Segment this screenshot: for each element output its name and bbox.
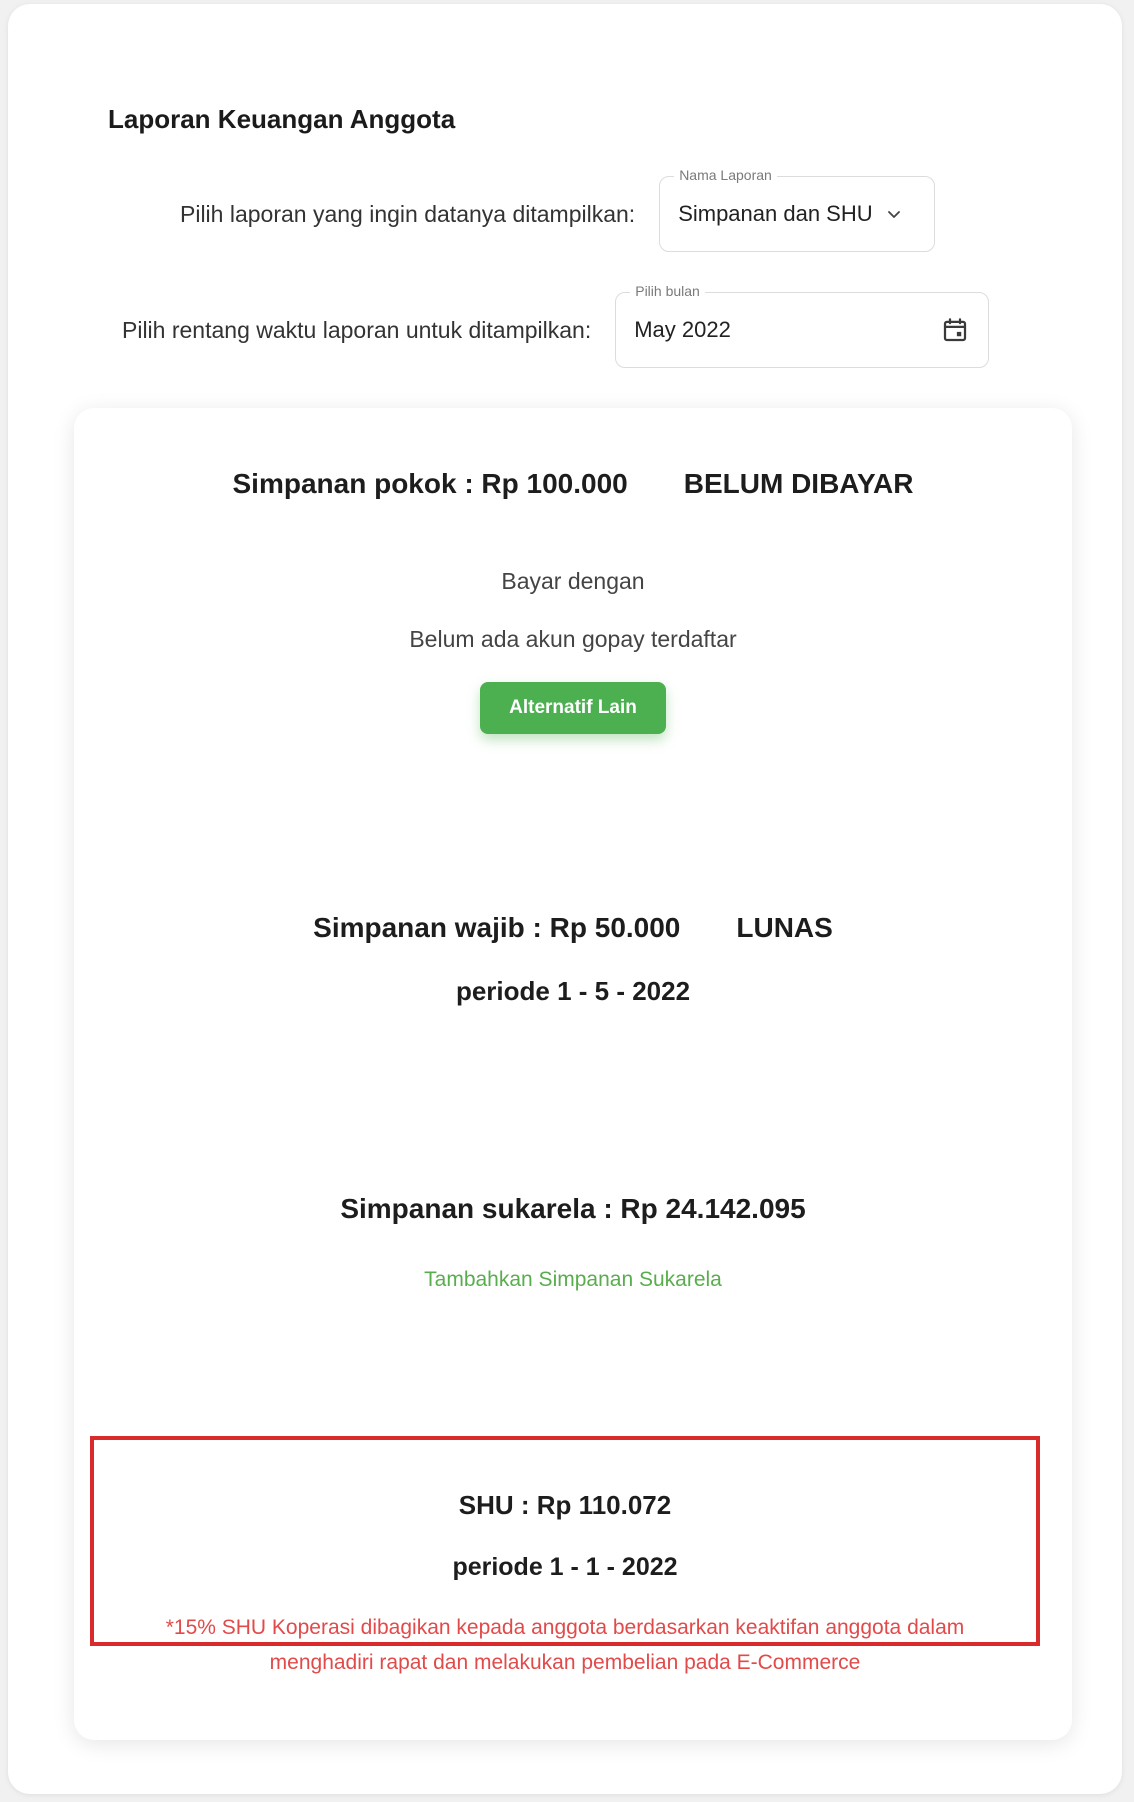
simpanan-sukarela-amount: Simpanan sukarela : Rp 24.142.095: [340, 1193, 806, 1224]
chevron-down-icon[interactable]: [885, 205, 903, 223]
alternative-payment-button[interactable]: Alternatif Lain: [480, 682, 666, 734]
shu-period: periode 1 - 1 - 2022: [452, 1553, 678, 1581]
savings-summary-card: Simpanan pokok : Rp 100.000 BELUM DIBAYAR…: [74, 408, 1072, 1740]
no-gopay-message: Belum ada akun gopay terdaftar: [409, 626, 737, 652]
report-select[interactable]: Nama Laporan Simpanan dan SHU: [659, 166, 936, 252]
month-picker-legend: Pilih bulan: [630, 282, 705, 300]
page-title: Laporan Keuangan Anggota: [108, 104, 456, 134]
simpanan-pokok-status: BELUM DIBAYAR: [683, 468, 914, 499]
simpanan-wajib-status: LUNAS: [736, 912, 833, 943]
report-select-row: Pilih laporan yang ingin datanya ditampi…: [180, 166, 936, 252]
shu-amount: SHU : Rp 110.072: [458, 1490, 672, 1520]
shu-note: *15% SHU Koperasi dibagikan kepada anggo…: [165, 1616, 965, 1674]
add-simpanan-sukarela-link[interactable]: Tambahkan Simpanan Sukarela: [74, 1268, 1072, 1292]
simpanan-pokok-amount: Simpanan pokok : Rp 100.000: [232, 468, 628, 499]
simpanan-wajib-amount: Simpanan wajib : Rp 50.000: [313, 912, 681, 943]
report-select-value: Simpanan dan SHU: [678, 201, 873, 226]
report-select-label: Pilih laporan yang ingin datanya ditampi…: [180, 200, 636, 227]
period-select-label: Pilih rentang waktu laporan untuk ditamp…: [122, 316, 592, 343]
calendar-icon[interactable]: [940, 315, 970, 345]
month-picker-value: May 2022: [634, 317, 731, 342]
simpanan-wajib-period: periode 1 - 5 - 2022: [455, 976, 691, 1006]
month-picker[interactable]: Pilih bulan May 2022: [615, 282, 990, 368]
simpanan-wajib-row: Simpanan wajib : Rp 50.000 LUNAS: [74, 912, 1072, 944]
pay-with-label: Bayar dengan: [501, 568, 645, 594]
simpanan-pokok-row: Simpanan pokok : Rp 100.000 BELUM DIBAYAR: [74, 468, 1072, 500]
period-select-row: Pilih rentang waktu laporan untuk ditamp…: [122, 282, 990, 368]
report-card: Laporan Keuangan Anggota Pilih laporan y…: [8, 4, 1122, 1794]
report-select-legend: Nama Laporan: [674, 166, 777, 184]
shu-highlight-box: SHU : Rp 110.072 periode 1 - 1 - 2022 *1…: [90, 1436, 1040, 1674]
